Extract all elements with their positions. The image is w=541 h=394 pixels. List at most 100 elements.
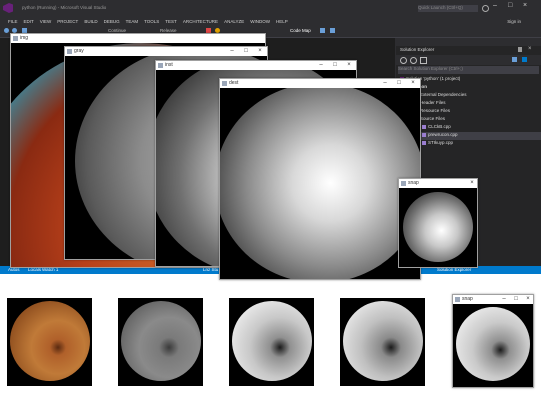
menu-test[interactable]: TEST xyxy=(165,19,177,24)
window-titlebar[interactable]: inst – □ × xyxy=(156,61,356,70)
window-title: dest xyxy=(229,80,239,86)
image-window-snap-thumbnail[interactable]: snap – □ × xyxy=(452,294,534,388)
image-window-snap[interactable]: snap × xyxy=(398,178,478,268)
pin-icon[interactable] xyxy=(518,47,522,52)
menu-tools[interactable]: TOOLS xyxy=(144,19,159,24)
quick-launch-input[interactable]: Quick Launch (Ctrl+Q) xyxy=(418,5,478,12)
snap-fundus-image xyxy=(403,192,473,262)
tree-item-file-label: CLCkB.cpp xyxy=(428,124,451,129)
tree-item-file[interactable]: CLCkB.cpp xyxy=(422,124,541,132)
window-titlebar[interactable]: gray – □ × xyxy=(65,47,267,56)
window-title: gray xyxy=(74,48,84,54)
thumbnail-gray xyxy=(118,298,203,386)
window-title: python (Running) - Microsoft Visual Stud… xyxy=(22,5,107,10)
menu-bar: FILE EDIT VIEW PROJECT BUILD DEBUG TEAM … xyxy=(0,17,541,25)
gray-fundus-thumbnail xyxy=(121,301,201,381)
tree-item-header-files[interactable]: Header Files xyxy=(414,100,541,108)
window-titlebar[interactable]: img xyxy=(11,34,265,43)
title-bar: python (Running) - Microsoft Visual Stud… xyxy=(0,0,541,17)
image-canvas xyxy=(399,188,477,267)
close-button[interactable]: × xyxy=(344,61,354,70)
processed-fundus-image xyxy=(220,88,420,279)
image-window-dest[interactable]: dest – □ × xyxy=(219,78,421,280)
tree-item-solution[interactable]: Solution 'python' (1 project) xyxy=(400,76,541,84)
menu-analyze[interactable]: ANALYZE xyxy=(224,19,244,24)
window-icon xyxy=(13,36,18,41)
menu-file[interactable]: FILE xyxy=(8,19,18,24)
snap-fundus-thumbnail xyxy=(456,307,530,381)
sync-icon[interactable] xyxy=(410,57,417,64)
menu-team[interactable]: TEAM xyxy=(126,19,139,24)
home-icon[interactable] xyxy=(400,57,407,64)
tree-item-file-label: prewrucon.cpp xyxy=(428,132,458,137)
thumbnail-color xyxy=(7,298,92,386)
cpp-file-icon xyxy=(422,132,426,137)
search-icon xyxy=(482,5,489,12)
window-titlebar[interactable]: snap – □ × xyxy=(453,295,533,304)
tree-item-resource-files[interactable]: Resource Files xyxy=(414,108,541,116)
minimize-button[interactable]: – xyxy=(380,79,390,88)
enhanced-fundus-thumbnail xyxy=(232,301,312,381)
close-icon[interactable]: × xyxy=(528,46,532,52)
menu-project[interactable]: PROJECT xyxy=(57,19,78,24)
cpp-file-icon xyxy=(422,124,426,129)
maximize-button[interactable]: □ xyxy=(241,47,251,56)
bookmark-icon[interactable] xyxy=(320,28,325,33)
window-icon xyxy=(222,81,227,86)
window-title: snap xyxy=(462,296,473,302)
code-map-button[interactable]: Code Map xyxy=(290,28,311,33)
window-icon xyxy=(67,49,72,54)
processed-fundus-thumbnail xyxy=(343,301,423,381)
window-icon xyxy=(455,297,460,302)
back-icon[interactable] xyxy=(4,28,9,33)
close-button[interactable]: × xyxy=(523,2,527,9)
minimize-button[interactable]: – xyxy=(316,61,326,70)
properties-icon[interactable] xyxy=(512,57,517,62)
tree-item-source-files[interactable]: Source Files xyxy=(414,116,541,124)
maximize-button[interactable]: □ xyxy=(330,61,340,70)
menu-help[interactable]: HELP xyxy=(276,19,288,24)
maximize-button[interactable]: □ xyxy=(394,79,404,88)
menu-edit[interactable]: EDIT xyxy=(24,19,34,24)
maximize-button[interactable]: □ xyxy=(511,295,521,304)
tree-item-file[interactable]: STIkuyp.cpp xyxy=(422,140,541,148)
close-button[interactable]: × xyxy=(523,295,533,304)
menu-architecture[interactable]: ARCHITECTURE xyxy=(183,19,218,24)
tree-item-header-files-label: Header Files xyxy=(420,100,446,105)
image-canvas xyxy=(453,304,533,387)
sign-in-link[interactable]: Sign in xyxy=(507,19,521,24)
close-button[interactable]: × xyxy=(255,47,265,56)
solution-search-input[interactable]: Search Solution Explorer (Ctrl+;) xyxy=(398,66,539,74)
menu-build[interactable]: BUILD xyxy=(84,19,97,24)
cpp-file-icon xyxy=(422,140,426,145)
window-title: img xyxy=(20,35,29,41)
solution-toolbar xyxy=(396,55,541,65)
window-icon xyxy=(401,181,406,186)
thumbnail-enhanced xyxy=(229,298,314,386)
maximize-button[interactable]: □ xyxy=(508,2,512,9)
collapse-icon[interactable] xyxy=(420,57,427,64)
window-title: inst xyxy=(165,62,173,68)
tree-item-file-label: STIkuyp.cpp xyxy=(428,140,454,145)
menu-view[interactable]: VIEW xyxy=(40,19,52,24)
tree-item-source-files-label: Source Files xyxy=(420,116,446,121)
minimize-button[interactable]: – xyxy=(227,47,237,56)
minimize-button[interactable]: – xyxy=(499,295,509,304)
preview-icon[interactable] xyxy=(522,57,527,62)
tree-item-project[interactable]: python xyxy=(406,84,541,92)
menu-debug[interactable]: DEBUG xyxy=(104,19,120,24)
tree-item-external-dependencies-label: External Dependencies xyxy=(420,92,467,97)
close-button[interactable]: × xyxy=(408,79,418,88)
window-titlebar[interactable]: snap × xyxy=(399,179,477,188)
comment-icon[interactable] xyxy=(330,28,335,33)
tree-item-external-dependencies[interactable]: External Dependencies xyxy=(414,92,541,100)
color-fundus-thumbnail xyxy=(10,301,90,381)
close-button[interactable]: × xyxy=(467,179,477,188)
menu-window[interactable]: WINDOW xyxy=(250,19,270,24)
minimize-button[interactable]: – xyxy=(493,2,497,9)
window-icon xyxy=(158,63,163,68)
window-title: snap xyxy=(408,180,419,186)
window-titlebar[interactable]: dest – □ × xyxy=(220,79,420,88)
tree-item-resource-files-label: Resource Files xyxy=(420,108,451,113)
image-canvas xyxy=(220,88,420,279)
